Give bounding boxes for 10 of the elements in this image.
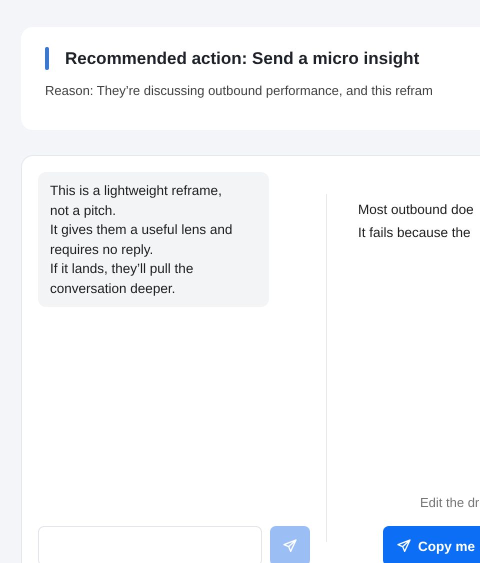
copy-message-button[interactable]: Copy me — [383, 526, 480, 563]
hint-text: Edit the dr — [419, 495, 480, 510]
accent-bar — [45, 47, 49, 70]
send-icon — [396, 538, 412, 554]
send-icon — [282, 538, 298, 554]
recommendation-title: Recommended action: Send a micro insight — [65, 48, 420, 68]
reason-text: Reason: They’re discussing outbound performance, and this refram — [45, 83, 434, 98]
draft-message: Most outbound doe It fails because the — [358, 201, 475, 242]
chat-bubble: This is a lightweight reframe, not a pitch. It gives them a useful lens and requires no reply. If it lands, they’ll pull the conversation deeper. — [38, 172, 269, 307]
message-input[interactable] — [38, 526, 262, 563]
